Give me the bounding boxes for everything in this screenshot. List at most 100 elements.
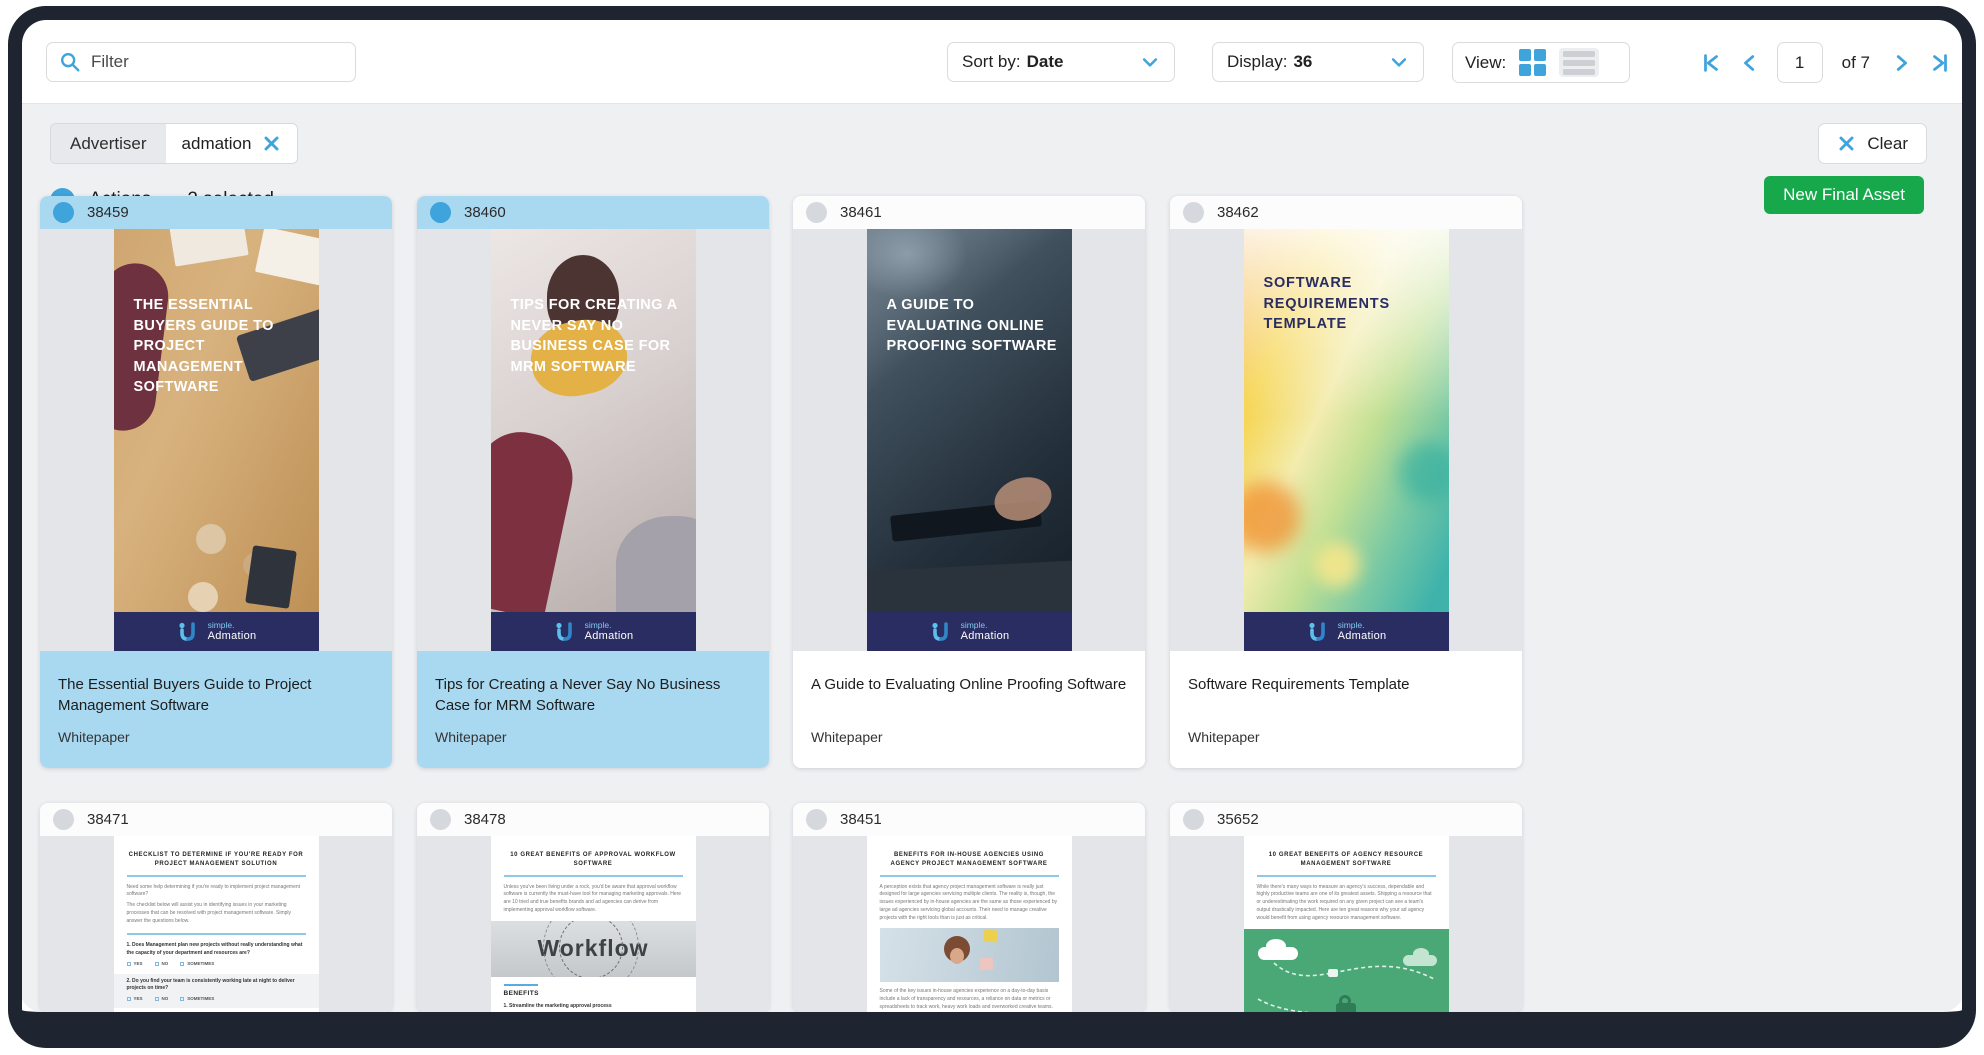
filter-chip-category: Advertiser xyxy=(51,124,166,163)
asset-card-38471[interactable]: 38471 CHECKLIST TO DETERMINE IF YOU'RE R… xyxy=(40,803,392,1012)
sticky-notes-photo xyxy=(880,928,1059,982)
asset-id: 38478 xyxy=(464,811,506,828)
asset-thumbnail: BENEFITS FOR IN-HOUSE AGENCIES USING AGE… xyxy=(793,836,1145,1012)
asset-title: The Essential Buyers Guide to Project Ma… xyxy=(58,674,374,716)
asset-thumbnail: A GUIDE TO EVALUATING ONLINE PROOFING SO… xyxy=(793,229,1145,651)
page-number-input[interactable] xyxy=(1777,42,1823,83)
filter-chip-value: admation xyxy=(182,134,252,154)
brand-name: Admation xyxy=(1338,630,1387,642)
sort-by-dropdown[interactable]: Sort by: Date xyxy=(947,42,1175,82)
asset-id: 38461 xyxy=(840,204,882,221)
display-value: 36 xyxy=(1293,52,1312,71)
brand-bar: simple.Admation xyxy=(114,612,319,651)
display-count-dropdown[interactable]: Display: 36 xyxy=(1212,42,1424,82)
doc-text: A perception exists that agency project … xyxy=(880,884,1059,923)
asset-title: A Guide to Evaluating Online Proofing So… xyxy=(811,674,1127,716)
asset-id: 38462 xyxy=(1217,204,1259,221)
select-checkbox[interactable] xyxy=(806,809,827,830)
admation-logo-icon xyxy=(176,621,200,643)
new-final-asset-button[interactable]: New Final Asset xyxy=(1764,176,1924,214)
screenshot-stage: Sort by: Date Display: 36 View: xyxy=(0,0,1984,1055)
cover-photo-desk: THE ESSENTIAL BUYERS GUIDE TO PROJECT MA… xyxy=(114,229,319,612)
asset-card-38459[interactable]: 38459 THE ESSENTIAL BUYERS GUIDE TO PROJ… xyxy=(40,196,392,768)
asset-card-35652[interactable]: 35652 10 GREAT BENEFITS OF AGENCY RESOUR… xyxy=(1170,803,1522,1012)
doc-text: Need some help determining if you're rea… xyxy=(127,884,306,900)
brand-name: Admation xyxy=(208,630,257,642)
select-checkbox[interactable] xyxy=(1183,202,1204,223)
list-view-icon[interactable] xyxy=(1559,48,1599,77)
asset-title: Tips for Creating a Never Say No Busines… xyxy=(435,674,751,716)
cover-title-text: A GUIDE TO EVALUATING ONLINE PROOFING SO… xyxy=(887,295,1058,357)
asset-type: Whitepaper xyxy=(1188,729,1504,745)
last-page-button[interactable] xyxy=(1928,51,1952,75)
asset-manager-app: Sort by: Date Display: 36 View: xyxy=(20,18,1964,1012)
brand-small: simple. xyxy=(208,621,257,630)
doc-title: 10 GREAT BENEFITS OF APPROVAL WORKFLOW S… xyxy=(504,851,683,870)
display-label: Display: xyxy=(1227,52,1287,71)
asset-type: Whitepaper xyxy=(435,729,751,745)
pagination: of 7 xyxy=(1699,42,1952,83)
doc-title: BENEFITS FOR IN-HOUSE AGENCIES USING AGE… xyxy=(880,851,1059,870)
view-label: View: xyxy=(1465,53,1506,73)
admation-logo-icon xyxy=(1306,621,1330,643)
select-checkbox[interactable] xyxy=(430,809,451,830)
brand-bar: simple.Admation xyxy=(491,612,696,651)
asset-thumbnail: CHECKLIST TO DETERMINE IF YOU'RE READY F… xyxy=(40,836,392,1012)
asset-type: Whitepaper xyxy=(811,729,1127,745)
clear-icon xyxy=(1837,134,1856,153)
asset-id: 38451 xyxy=(840,811,882,828)
infographic-graphic xyxy=(1244,929,1449,1012)
sort-by-label: Sort by: xyxy=(962,52,1021,71)
doc-text: Unless you've been living under a rock, … xyxy=(504,884,683,915)
doc-title: 10 GREAT BENEFITS OF AGENCY RESOURCE MAN… xyxy=(1257,851,1436,870)
brand-small: simple. xyxy=(961,621,1010,630)
asset-type: Whitepaper xyxy=(58,729,374,745)
asset-card-38462[interactable]: 38462 SOFTWARE REQUIREMENTS TEMPLATE sim… xyxy=(1170,196,1522,768)
select-checkbox[interactable] xyxy=(53,202,74,223)
cover-title-text: TIPS FOR CREATING A NEVER SAY NO BUSINES… xyxy=(511,295,682,377)
plug-icon xyxy=(1328,969,1338,977)
doc-question: 2. Do you find your team is consistently… xyxy=(127,978,306,993)
document-preview: 10 GREAT BENEFITS OF AGENCY RESOURCE MAN… xyxy=(1244,836,1449,1012)
asset-card-38460[interactable]: 38460 TIPS FOR CREATING A NEVER SAY NO B… xyxy=(417,196,769,768)
select-checkbox[interactable] xyxy=(430,202,451,223)
page-of-label: of 7 xyxy=(1842,53,1870,73)
cover-photo-people: TIPS FOR CREATING A NEVER SAY NO BUSINES… xyxy=(491,229,696,612)
search-icon xyxy=(59,51,81,73)
select-checkbox[interactable] xyxy=(806,202,827,223)
asset-card-38478[interactable]: 38478 10 GREAT BENEFITS OF APPROVAL WORK… xyxy=(417,803,769,1012)
brand-name: Admation xyxy=(585,630,634,642)
asset-thumbnail: 10 GREAT BENEFITS OF AGENCY RESOURCE MAN… xyxy=(1170,836,1522,1012)
select-checkbox[interactable] xyxy=(1183,809,1204,830)
cover-title-text: THE ESSENTIAL BUYERS GUIDE TO PROJECT MA… xyxy=(134,295,305,398)
doc-text: The checklist below will assist you in i… xyxy=(127,902,306,925)
next-page-button[interactable] xyxy=(1889,51,1913,75)
asset-thumbnail: 10 GREAT BENEFITS OF APPROVAL WORKFLOW S… xyxy=(417,836,769,1012)
filter-chip-advertiser: Advertiser admation xyxy=(50,123,298,164)
asset-card-38451[interactable]: 38451 BENEFITS FOR IN-HOUSE AGENCIES USI… xyxy=(793,803,1145,1012)
sort-by-value: Date xyxy=(1027,52,1064,71)
document-preview: BENEFITS FOR IN-HOUSE AGENCIES USING AGE… xyxy=(867,836,1072,1012)
doc-question: 1. Does Management plan new projects wit… xyxy=(127,942,306,957)
select-checkbox[interactable] xyxy=(53,809,74,830)
doc-text: Some of the key issues in-house agencies… xyxy=(880,988,1059,1012)
clear-filters-button[interactable]: Clear xyxy=(1818,123,1927,164)
previous-page-button[interactable] xyxy=(1738,51,1762,75)
filter-search-box[interactable] xyxy=(46,42,356,82)
brand-bar: simple.Admation xyxy=(1244,612,1449,651)
admation-logo-icon xyxy=(929,621,953,643)
brand-bar: simple.Admation xyxy=(867,612,1072,651)
remove-filter-icon[interactable] xyxy=(262,134,281,153)
clear-label: Clear xyxy=(1867,134,1908,154)
first-page-button[interactable] xyxy=(1699,51,1723,75)
grid-view-icon[interactable] xyxy=(1519,49,1546,76)
cover-title-text: SOFTWARE REQUIREMENTS TEMPLATE xyxy=(1264,273,1435,335)
asset-id: 38460 xyxy=(464,204,506,221)
cover-photo-bokeh: SOFTWARE REQUIREMENTS TEMPLATE xyxy=(1244,229,1449,612)
chevron-down-icon xyxy=(1389,52,1409,72)
asset-id: 35652 xyxy=(1217,811,1259,828)
asset-id: 38471 xyxy=(87,811,129,828)
filter-input[interactable] xyxy=(91,52,343,72)
asset-card-38461[interactable]: 38461 A GUIDE TO EVALUATING ONLINE PROOF… xyxy=(793,196,1145,768)
chevron-down-icon xyxy=(1140,52,1160,72)
